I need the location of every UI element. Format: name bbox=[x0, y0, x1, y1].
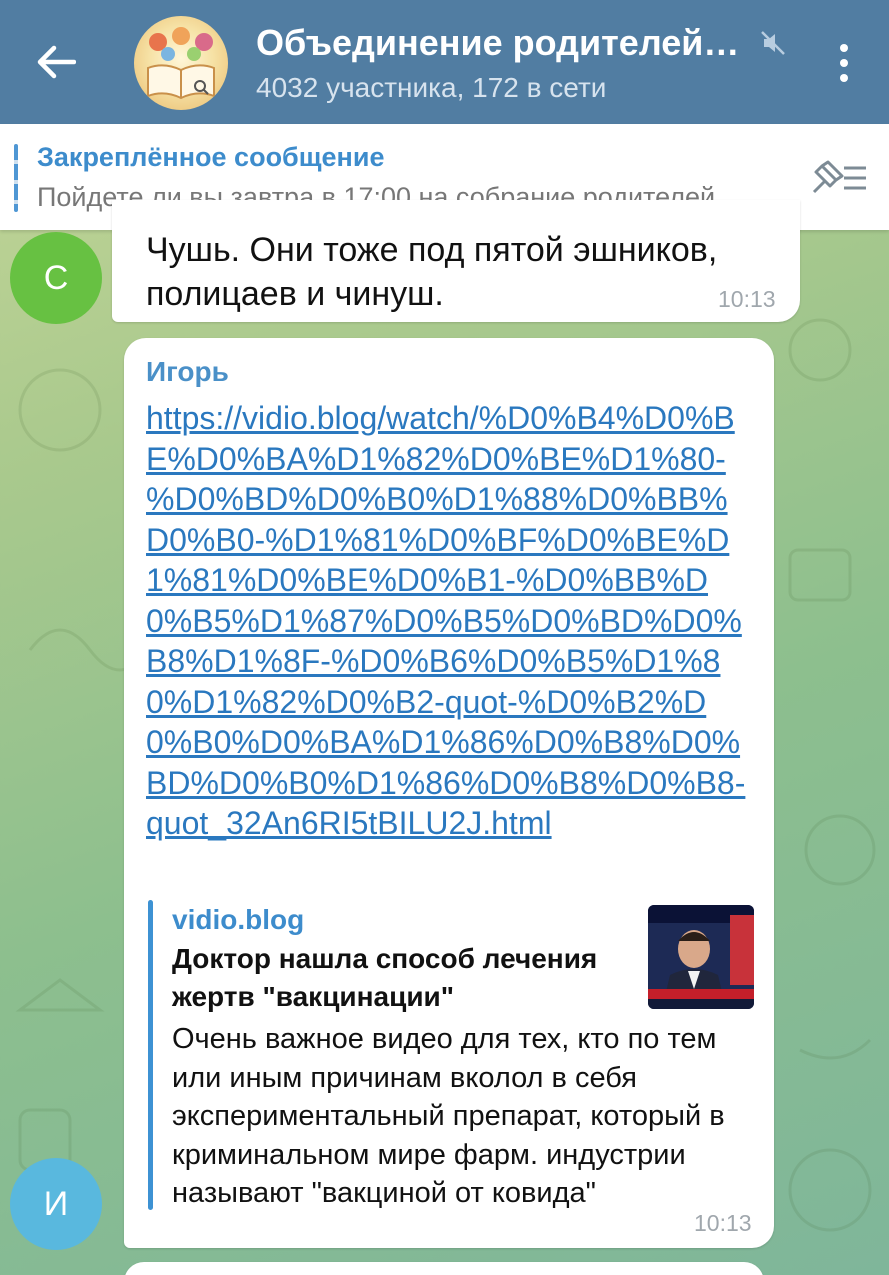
link-preview-site: vidio.blog bbox=[172, 904, 305, 935]
pinned-list-icon[interactable] bbox=[808, 158, 870, 198]
message-bubble[interactable]: Чушь. Они тоже под пятой эшников, полица… bbox=[112, 200, 800, 322]
message-time: 10:13 bbox=[718, 286, 776, 312]
message-text: Чушь. Они тоже под пятой эшников, полица… bbox=[146, 231, 718, 313]
link-preview-bar bbox=[148, 900, 153, 1210]
book-children-icon bbox=[147, 27, 215, 100]
user-avatar[interactable]: С bbox=[10, 232, 102, 324]
message-time: 10:13 bbox=[694, 1210, 752, 1236]
pinned-title: Закреплённое сообщение bbox=[37, 142, 385, 172]
user-avatar[interactable]: И bbox=[10, 1158, 102, 1250]
back-button[interactable] bbox=[30, 36, 82, 88]
group-avatar[interactable] bbox=[134, 16, 228, 110]
link-preview-thumbnail[interactable] bbox=[648, 905, 754, 1009]
message-bubble[interactable]: Игорь https://vidio.blog/watch/%D0%B4%D0… bbox=[124, 338, 774, 1248]
chat-subtitle: 4032 участника, 172 в сети bbox=[256, 72, 607, 103]
chat-title[interactable]: Объединение родителей… bbox=[256, 22, 756, 64]
message-bubble[interactable] bbox=[124, 1262, 764, 1275]
mute-icon bbox=[761, 31, 785, 55]
message-link[interactable]: https://vidio.blog/watch/%D0%B4%D0%BE%D0… bbox=[146, 398, 746, 844]
link-preview-title: Доктор нашла способ лечения жертв "вакци… bbox=[172, 943, 598, 1012]
link-preview-description: Очень важное видео для тех, кто по тем и… bbox=[172, 1023, 725, 1209]
sender-name[interactable]: Игорь bbox=[146, 356, 229, 388]
arrow-left-icon bbox=[37, 45, 76, 79]
chat-header: Объединение родителей… 4032 участника, 1… bbox=[0, 0, 889, 124]
more-menu-button[interactable] bbox=[826, 40, 862, 86]
more-vert-icon bbox=[840, 44, 848, 52]
pinned-indicator bbox=[14, 144, 18, 212]
